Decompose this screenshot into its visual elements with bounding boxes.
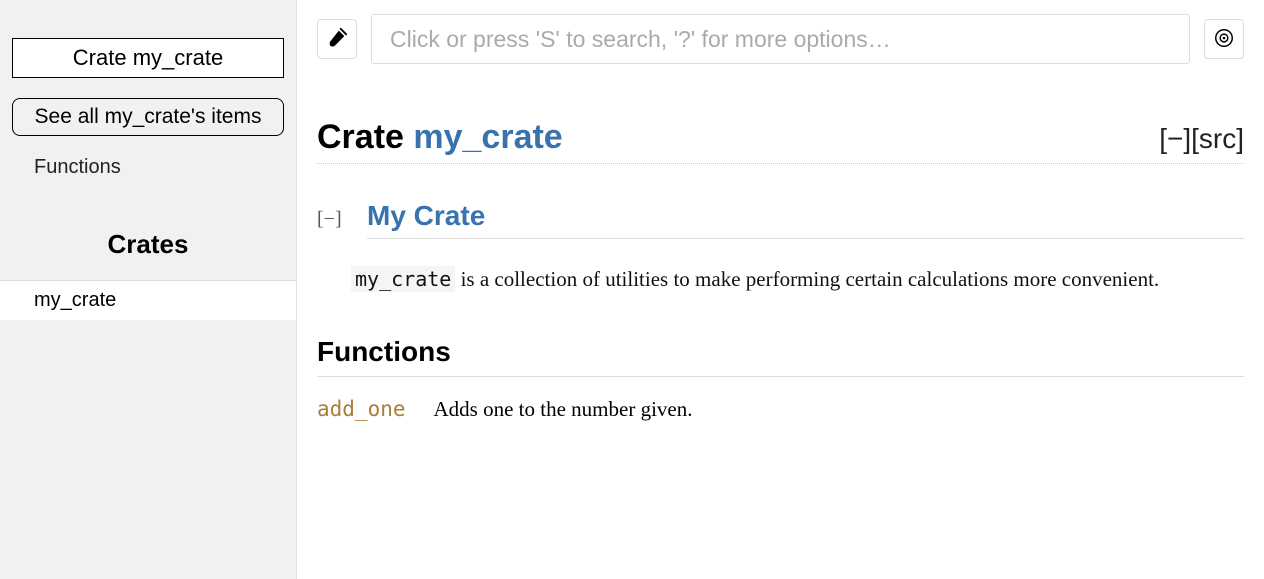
page-title: Crate my_crate	[317, 118, 563, 157]
doc-heading: My Crate	[367, 200, 1244, 239]
gear-icon	[1213, 27, 1235, 52]
brush-icon	[326, 27, 348, 52]
function-name-link[interactable]: add_one	[317, 397, 406, 421]
functions-heading: Functions	[317, 336, 1244, 377]
crate-badge: Crate my_crate	[12, 38, 284, 78]
content-area: Crate my_crate [−][src] [−] My Crate my_…	[317, 118, 1244, 442]
collapse-toggle[interactable]: [−]	[317, 208, 347, 231]
inline-code: my_crate	[351, 266, 455, 292]
collapse-all-button[interactable]: [−]	[1159, 123, 1191, 154]
crate-list-item[interactable]: my_crate	[0, 281, 296, 320]
function-description: Adds one to the number given.	[434, 397, 693, 422]
theme-button[interactable]	[317, 19, 357, 59]
doc-text: is a collection of utilities to make per…	[455, 267, 1159, 291]
title-controls: [−][src]	[1159, 123, 1244, 155]
main-content: Crate my_crate [−][src] [−] My Crate my_…	[297, 0, 1264, 579]
function-row: add_one Adds one to the number given.	[317, 397, 1244, 422]
search-input[interactable]	[371, 14, 1190, 64]
doc-section: [−] My Crate my_crate is a collection of…	[317, 200, 1244, 296]
source-link[interactable]: [src]	[1191, 123, 1244, 154]
settings-button[interactable]	[1204, 19, 1244, 59]
doc-description: my_crate is a collection of utilities to…	[351, 263, 1244, 296]
sidebar: Crate my_crate See all my_crate's items …	[0, 0, 297, 579]
page-title-row: Crate my_crate [−][src]	[317, 118, 1244, 164]
crate-name-link[interactable]: my_crate	[413, 118, 562, 156]
sidebar-item-functions[interactable]: Functions	[0, 148, 296, 187]
see-all-items-button[interactable]: See all my_crate's items	[12, 98, 284, 136]
topbar	[317, 14, 1244, 64]
title-prefix: Crate	[317, 118, 413, 156]
crates-heading: Crates	[0, 229, 296, 264]
